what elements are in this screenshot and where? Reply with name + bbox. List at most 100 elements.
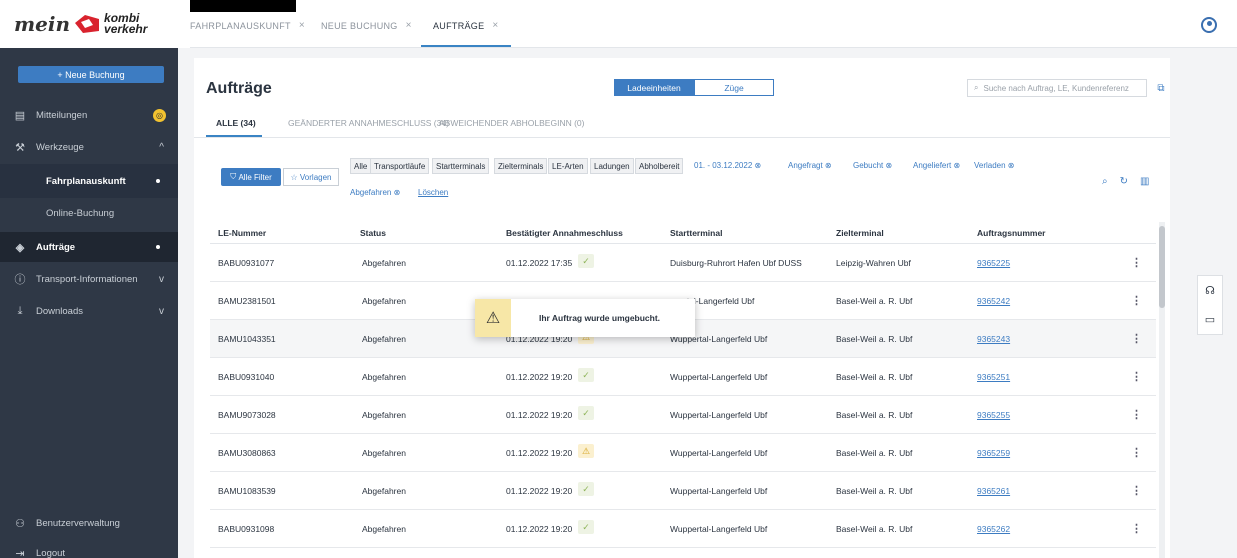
more-options-icon[interactable]: ⋮ — [1131, 484, 1142, 497]
filter-angeliefert[interactable]: Angeliefert ⊗ — [913, 161, 960, 170]
chip-zielterminals[interactable]: Zielterminals — [494, 158, 548, 174]
more-options-icon[interactable]: ⋮ — [1131, 332, 1142, 345]
order-number-link[interactable]: 9365225 — [977, 258, 1010, 268]
destination-terminal: Basel-Weil a. R. Ubf — [836, 448, 913, 458]
table-row[interactable]: BAMU9073028 Abgefahren 01.12.2022 19:20 … — [210, 396, 1156, 434]
headset-icon[interactable]: ☊ — [1205, 284, 1215, 297]
chip-abholbereit[interactable]: Abholbereit — [635, 158, 684, 174]
filter-angefragt[interactable]: Angefragt ⊗ — [788, 161, 832, 170]
column-header[interactable]: Status — [360, 228, 386, 238]
chip-transportlaeufe[interactable]: Transportläufe — [370, 158, 430, 174]
logout-icon: ⇥ — [15, 547, 25, 558]
sidebar-item-label: Aufträge — [36, 241, 76, 253]
active-tab-indicator — [421, 45, 511, 47]
columns-icon[interactable]: ▥ — [1140, 176, 1149, 187]
close-icon[interactable]: × — [492, 20, 498, 31]
sidebar-item-online-buchung[interactable]: Online-Buchung — [0, 198, 178, 228]
column-header[interactable]: Auftragsnummer — [977, 228, 1045, 238]
order-number-link[interactable]: 9365259 — [977, 448, 1010, 458]
toggle-ladeeinheiten[interactable]: Ladeeinheiten — [614, 79, 694, 96]
check-icon: ✓ — [578, 520, 594, 534]
search-input[interactable]: ⌕ Suche nach Auftrag, LE, Kundenreferenz — [967, 79, 1147, 97]
sidebar-item-benutzerverwaltung[interactable]: ⚇ Benutzerverwaltung — [0, 508, 178, 538]
all-filters-button[interactable]: ⛉ Alle Filter — [221, 168, 281, 186]
sidebar-item-werkzeuge[interactable]: ⚒ Werkzeuge ^ — [0, 132, 178, 162]
table-row[interactable]: BABU0931077 Abgefahren 01.12.2022 17:35 … — [210, 244, 1156, 282]
destination-terminal: Basel-Weil a. R. Ubf — [836, 486, 913, 496]
order-number-link[interactable]: 9365243 — [977, 334, 1010, 344]
more-options-icon[interactable]: ⋮ — [1131, 446, 1142, 459]
toggle-zuege[interactable]: Züge — [694, 79, 774, 96]
filter-date-range[interactable]: 01. - 03.12.2022 ⊗ — [694, 161, 761, 170]
status: Abgefahren — [362, 372, 406, 382]
more-options-icon[interactable]: ⋮ — [1131, 408, 1142, 421]
logo[interactable]: mein kombi verkehr — [0, 0, 190, 48]
tab-label: AUFTRÄGE — [433, 20, 485, 31]
search-icon: ⌕ — [974, 83, 979, 92]
feedback-icon[interactable]: ▭ — [1205, 313, 1215, 326]
more-options-icon[interactable]: ⋮ — [1131, 522, 1142, 535]
more-options-icon[interactable]: ⋮ — [1131, 294, 1142, 307]
scrollbar-thumb[interactable] — [1159, 226, 1165, 308]
filter-tab-alle[interactable]: ALLE (34) — [216, 118, 256, 128]
sidebar-item-auftraege[interactable]: ◈ Aufträge — [0, 232, 178, 262]
close-icon[interactable]: × — [406, 20, 412, 31]
external-link-icon[interactable]: ⧉ — [1154, 79, 1168, 97]
table-row[interactable]: BABU0931098 Abgefahren 01.12.2022 19:20 … — [210, 510, 1156, 548]
more-options-icon[interactable]: ⋮ — [1131, 256, 1142, 269]
order-number-link[interactable]: 9365251 — [977, 372, 1010, 382]
sidebar-item-downloads[interactable]: ⤓ Downloads v — [0, 296, 178, 326]
order-number-link[interactable]: 9365262 — [977, 524, 1010, 534]
column-header[interactable]: Startterminal — [670, 228, 722, 238]
warning-icon: ⚠ — [578, 444, 594, 458]
sidebar-item-transport-informationen[interactable]: ⓘ Transport-Informationen v — [0, 264, 178, 294]
column-header[interactable]: Zielterminal — [836, 228, 884, 238]
filter-verladen[interactable]: Verladen ⊗ — [974, 161, 1015, 170]
start-terminal: Wuppertal-Langerfeld Ubf — [670, 448, 768, 458]
warning-icon: ⚠ — [475, 299, 511, 337]
search-icon[interactable]: ⌕ — [1102, 176, 1108, 187]
filter-gebucht[interactable]: Gebucht ⊗ — [853, 161, 892, 170]
tab-auftraege[interactable]: AUFTRÄGE × — [433, 20, 499, 31]
filter-tab-geaenderter-annahmeschluss[interactable]: GEÄNDERTER ANNAHMESCHLUSS (34) — [288, 118, 449, 128]
logo-mark-icon — [75, 15, 100, 33]
active-dot — [156, 179, 160, 183]
tab-fahrplanauskunft[interactable]: FAHRPLANAUSKUNFT × — [190, 20, 305, 31]
sidebar-item-label: Transport-Informationen — [36, 273, 138, 285]
table-tools: ⌕ ↻ ▥ — [1102, 176, 1149, 187]
sidebar-item-mitteilungen[interactable]: ▤ Mitteilungen ◎ — [0, 100, 178, 130]
clear-filters-link[interactable]: Löschen — [418, 188, 448, 197]
column-header[interactable]: Bestätigter Annahmeschluss — [506, 228, 623, 238]
user-account-icon[interactable] — [1201, 17, 1217, 33]
sidebar-item-fahrplanauskunft[interactable]: Fahrplanauskunft — [0, 164, 178, 198]
chip-alle[interactable]: Alle — [350, 158, 372, 174]
filter-tab-abweichender-abholbeginn[interactable]: ABWEICHENDER ABHOLBEGINN (0) — [439, 118, 584, 128]
destination-terminal: Basel-Weil a. R. Ubf — [836, 372, 913, 382]
table-row[interactable]: BABU0931040 Abgefahren 01.12.2022 19:20 … — [210, 358, 1156, 396]
templates-button[interactable]: ☆ Vorlagen — [283, 168, 339, 186]
chip-le-arten[interactable]: LE-Arten — [548, 158, 588, 174]
more-options-icon[interactable]: ⋮ — [1131, 370, 1142, 383]
sidebar-item-logout[interactable]: ⇥ Logout — [0, 538, 178, 558]
check-icon: ✓ — [578, 254, 594, 268]
filter-abgefahren[interactable]: Abgefahren ⊗ — [350, 188, 400, 197]
check-icon: ✓ — [578, 406, 594, 420]
le-number: BABU0931040 — [218, 372, 275, 382]
close-icon[interactable]: × — [299, 20, 305, 31]
start-terminal: Wuppertal-Langerfeld Ubf — [670, 524, 768, 534]
top-bar: mein kombi verkehr FAHRPLANAUSKUNFT × NE… — [0, 0, 1237, 48]
order-number-link[interactable]: 9365261 — [977, 486, 1010, 496]
refresh-icon[interactable]: ↻ — [1120, 176, 1128, 187]
column-header[interactable]: LE-Nummer — [218, 228, 266, 238]
chip-startterminals[interactable]: Startterminals — [432, 158, 490, 174]
star-icon: ☆ — [290, 172, 300, 182]
deadline: 01.12.2022 17:35 — [506, 258, 573, 268]
chip-ladungen[interactable]: Ladungen — [590, 158, 634, 174]
new-booking-button[interactable]: + Neue Buchung — [18, 66, 164, 83]
table-header: LE-Nummer Status Bestätigter Annahmeschl… — [210, 222, 1156, 244]
order-number-link[interactable]: 9365242 — [977, 296, 1010, 306]
table-row[interactable]: BAMU1083539 Abgefahren 01.12.2022 19:20 … — [210, 472, 1156, 510]
table-row[interactable]: BAMU3080863 Abgefahren 01.12.2022 19:20 … — [210, 434, 1156, 472]
tab-neue-buchung[interactable]: NEUE BUCHUNG × — [321, 20, 412, 31]
order-number-link[interactable]: 9365255 — [977, 410, 1010, 420]
